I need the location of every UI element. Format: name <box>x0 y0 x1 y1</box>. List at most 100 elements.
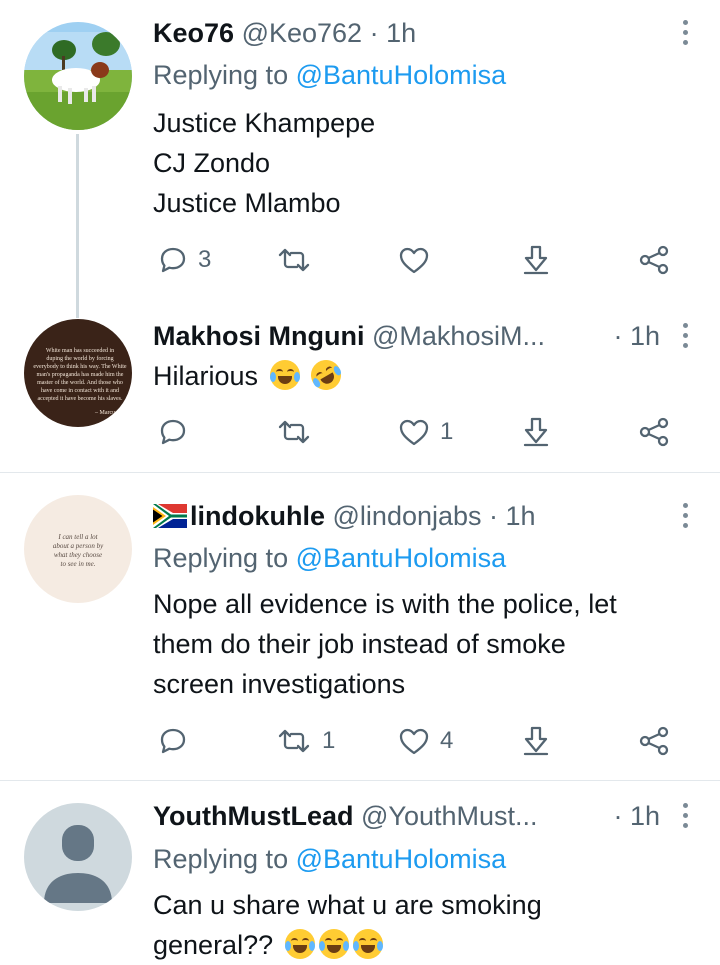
more-vertical-icon[interactable] <box>680 323 690 348</box>
reply-button[interactable] <box>158 721 188 761</box>
heart-icon <box>399 728 429 755</box>
mention-link[interactable]: @BantuHolomisa <box>296 60 507 90</box>
share-button[interactable] <box>638 412 670 452</box>
display-name[interactable]: lindokuhle <box>190 501 325 531</box>
display-name[interactable]: YouthMustLead <box>153 801 353 831</box>
tweet-line: Can u share what u are smoking <box>153 890 542 920</box>
face-with-tears-of-joy-emoji <box>318 929 349 959</box>
tweet-text: Can u share what u are smoking general?? <box>153 885 693 965</box>
quote-line: I can tell a lot <box>58 533 98 541</box>
bookmark-button[interactable] <box>521 240 551 280</box>
share-button[interactable] <box>638 240 670 280</box>
timestamp[interactable]: · 1h <box>370 18 417 48</box>
user-handle[interactable]: @YouthMust... <box>361 801 538 831</box>
tweet-header: Keo76 @Keo762 · 1h <box>153 15 660 51</box>
heart-icon <box>399 419 429 446</box>
bookmark-button[interactable] <box>521 412 551 452</box>
share-icon <box>639 245 669 275</box>
mention-link[interactable]: @BantuHolomisa <box>296 844 507 874</box>
quote-line: have come in contact with it and <box>41 388 119 394</box>
action-bar: 1 <box>0 412 720 452</box>
tweet-line: Nope all evidence is with the police, le… <box>153 589 617 619</box>
retweet-count: 1 <box>322 727 336 754</box>
tweet-header: YouthMustLead @YouthMust... <box>153 798 630 834</box>
user-handle[interactable]: @MakhosiM... <box>372 321 545 351</box>
tweet-line: Justice Khampepe <box>153 108 376 138</box>
share-button[interactable] <box>638 721 670 761</box>
like-count: 4 <box>440 727 454 754</box>
quote-line: master of the world. And those who <box>37 380 123 386</box>
action-bar: 3 <box>0 240 720 280</box>
action-bar: 1 4 <box>0 721 720 761</box>
goat-photo <box>24 22 132 130</box>
tweet-youthmustlead[interactable]: YouthMustLead @YouthMust... · 1h Replyin… <box>0 781 720 965</box>
tweet-lindokuhle[interactable]: I can tell a lot about a person by what … <box>0 473 720 780</box>
replying-to-label: Replying to <box>153 543 289 573</box>
more-vertical-icon[interactable] <box>680 803 690 828</box>
face-with-tears-of-joy-emoji <box>352 929 383 959</box>
tweet-line: them do their job instead of smoke <box>153 629 566 659</box>
tweet-line: CJ Zondo <box>153 148 271 178</box>
retweet-button[interactable] <box>276 412 312 452</box>
reply-icon <box>160 247 186 273</box>
timestamp[interactable]: · 1h <box>613 798 660 834</box>
user-handle[interactable]: @Keo762 <box>242 18 363 48</box>
mention-link[interactable]: @BantuHolomisa <box>296 543 507 573</box>
share-icon <box>639 726 669 756</box>
tweet-keo76[interactable]: Keo76 @Keo762 · 1h Replying to @BantuHol… <box>0 0 720 318</box>
quote-line: man's propaganda has made him the <box>36 372 124 378</box>
quote-line: White man has succeeded in <box>45 348 115 354</box>
quote-line: about a person by <box>52 542 104 550</box>
reply-icon <box>160 419 186 445</box>
south-africa-flag-icon <box>153 504 187 528</box>
tweet-line: Hilarious <box>153 361 259 391</box>
tweet-header: Makhosi Mnguni @MakhosiM... <box>153 318 630 354</box>
replying-to: Replying to @BantuHolomisa <box>153 57 506 93</box>
tweet-text: Nope all evidence is with the police, le… <box>153 584 693 704</box>
replying-to: Replying to @BantuHolomisa <box>153 841 506 877</box>
share-icon <box>639 417 669 447</box>
rolling-on-the-floor-laughing-emoji <box>305 354 347 396</box>
retweet-button[interactable] <box>276 240 312 280</box>
replying-to-label: Replying to <box>153 844 289 874</box>
quote-line: to see in me. <box>60 560 96 568</box>
avatar-quote-text: White man has succeeded in duping the wo… <box>30 347 130 417</box>
like-button[interactable] <box>398 240 430 280</box>
tweet-header: lindokuhle @lindonjabs · 1h <box>153 498 660 534</box>
user-handle[interactable]: @lindonjabs <box>333 501 482 531</box>
more-vertical-icon[interactable] <box>680 20 690 45</box>
bookmark-download-icon <box>523 245 549 275</box>
retweet-icon <box>278 420 310 444</box>
face-with-tears-of-joy-emoji <box>284 929 315 959</box>
retweet-icon <box>278 248 310 272</box>
tweet-text: Justice Khampepe CJ Zondo Justice Mlambo <box>153 103 693 223</box>
heart-icon <box>399 247 429 274</box>
tweet-makhosi[interactable]: White man has succeeded in duping the wo… <box>0 300 720 472</box>
bookmark-button[interactable] <box>521 721 551 761</box>
thread-line <box>76 134 79 318</box>
default-avatar-icon <box>44 825 112 903</box>
face-with-tears-of-joy-emoji <box>269 360 300 390</box>
avatar[interactable] <box>24 22 132 130</box>
like-button[interactable]: 1 <box>398 412 453 452</box>
more-vertical-icon[interactable] <box>680 503 690 528</box>
quote-line: everybody to think his way. The White <box>33 364 127 370</box>
avatar[interactable]: White man has succeeded in duping the wo… <box>24 319 132 427</box>
retweet-button[interactable]: 1 <box>276 721 335 761</box>
timestamp[interactable]: · 1h <box>613 318 660 354</box>
display-name[interactable]: Makhosi Mnguni <box>153 321 365 351</box>
reply-button[interactable] <box>158 412 188 452</box>
like-count: 1 <box>440 418 454 445</box>
avatar-quote-text: I can tell a lot about a person by what … <box>34 533 122 569</box>
reply-button[interactable]: 3 <box>158 240 211 280</box>
tweet-line: Justice Mlambo <box>153 188 341 218</box>
like-button[interactable]: 4 <box>398 721 453 761</box>
avatar[interactable] <box>24 803 132 911</box>
quote-line: duping the world by forcing <box>46 356 114 362</box>
avatar[interactable]: I can tell a lot about a person by what … <box>24 495 132 603</box>
retweet-icon <box>278 729 310 753</box>
tweet-line: general?? <box>153 930 274 960</box>
timestamp[interactable]: · 1h <box>489 501 536 531</box>
reply-icon <box>160 728 186 754</box>
display-name[interactable]: Keo76 <box>153 18 234 48</box>
